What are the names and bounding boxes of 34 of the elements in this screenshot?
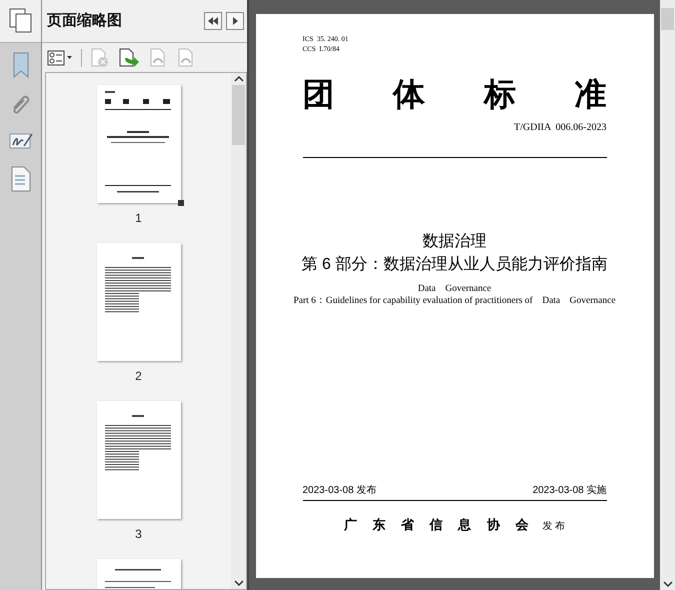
options-menu-button[interactable] [47,50,73,66]
insert-page-button[interactable] [118,48,140,68]
heading-character: 体 [393,76,426,112]
english-subtitle: Part 6：Guidelines for capability evaluation of practitioners of Data Governance [293,295,616,307]
page-thumbnail[interactable] [96,401,180,519]
pages-icon[interactable] [8,8,32,34]
scroll-down-icon[interactable] [662,580,672,588]
heading-character: 标 [484,76,516,112]
scroll-down-icon[interactable] [234,579,244,587]
publisher-suffix: 发 布 [542,520,566,534]
page-number: 1 [135,210,142,227]
page-thumbnail[interactable] [96,85,180,203]
standard-number: T/GDIIA 006.06-2023 [514,121,606,135]
panel-title: 页面缩略图 [47,10,122,31]
heading-character: 准 [574,76,606,112]
heading-character: 团 [302,76,334,112]
page-number: 3 [135,526,142,543]
document-subtitle: 第 6 部分：数据治理从业人员能力评价指南 [302,255,608,275]
scrollbar-thumb[interactable] [661,8,674,30]
document-title: 数据治理 [422,232,486,252]
expand-button[interactable] [226,12,244,30]
issue-date: 2023-03-08 发布 [302,484,376,498]
double-left-arrow-icon [207,16,219,26]
document-icon[interactable] [10,166,30,192]
page-number: 2 [135,368,142,385]
publisher: 广 东 省 信 息 协 会 [344,516,534,534]
scrollbar-thumb[interactable] [232,85,245,145]
collapse-button[interactable] [204,12,222,30]
resize-handle[interactable] [178,200,184,206]
scroll-up-icon[interactable] [234,75,244,83]
page-thumbnail[interactable] [96,243,180,361]
right-arrow-icon [231,16,239,26]
english-title: Data Governance [418,283,492,295]
effective-date: 2023-03-08 实施 [532,484,606,498]
